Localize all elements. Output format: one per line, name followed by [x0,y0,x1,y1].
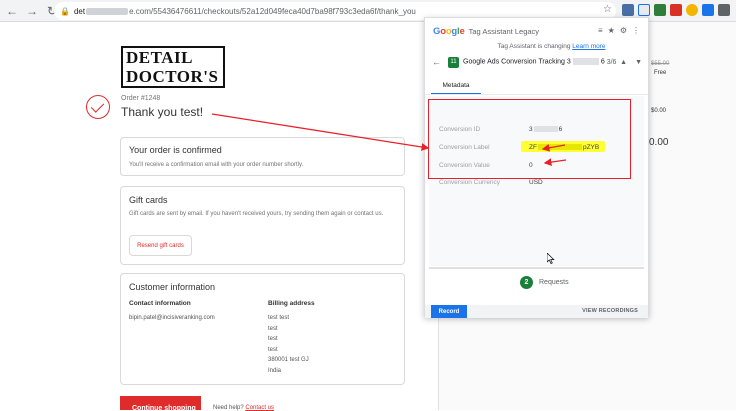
section-divider [429,267,644,269]
gift-cards-text: Gift cards are sent by email. If you hav… [129,211,384,217]
popup-header-icons: ≡ ★ ⚙ ⋮ [598,26,640,35]
gear-icon[interactable]: ⚙ [620,26,627,35]
store-logo[interactable]: DETAIL DOCTOR'S [121,46,225,88]
confirmed-title: Your order is confirmed [129,145,222,155]
requests-count: 2 [520,276,533,289]
tab-divider [425,94,648,95]
checkmark-circle-icon [86,95,110,119]
total-value: 0.00 [649,137,669,148]
gift-cards-card: Gift cards Gift cards are sent by email.… [120,186,405,265]
requests-indicator[interactable]: 2 Requests [520,276,569,289]
original-price: $55.00 [651,61,670,67]
lock-icon: 🔒 [60,6,70,16]
tag-name-text: Google Ads Conversion Tracking [463,58,565,66]
back-arrow-icon[interactable]: ← [432,57,441,67]
continue-shopping-button[interactable]: Continue shopping [120,396,201,410]
customer-information-card: Customer information Contact information… [120,273,405,385]
next-tag-icon[interactable]: ▼ [635,59,642,66]
extension-icon[interactable] [654,4,666,16]
extension-icon[interactable] [622,4,634,16]
change-notice: Tag Assistant is changing Learn more [455,43,648,50]
contact-information: Contact information bipin.patel@incisive… [129,300,268,376]
annotation-box [428,99,631,179]
thank-you-heading: Thank you test! [121,105,204,119]
popup-title: Tag Assistant Legacy [468,26,540,36]
tag-detail-row: ← 11 Google Ads Conversion Tracking 3 6 3… [425,54,648,70]
previous-tag-icon[interactable]: ▲ [620,59,627,66]
extension-icon[interactable] [686,4,698,16]
tag-id-redaction [572,58,599,66]
help-label: Need help? [213,405,244,411]
requests-label: Requests [539,279,569,286]
billing-line: test [268,325,278,332]
billing-line: 380001 test GJ [268,357,309,363]
conversion-currency-value: USD [529,179,543,186]
mouse-cursor-icon [547,253,555,264]
billing-address: Billing address test test test test test… [268,300,315,376]
filter-icon[interactable]: ≡ [598,26,603,35]
billing-line: test [268,346,278,353]
tag-pager: 3/6 [606,58,617,66]
popup-header: Google Tag Assistant Legacy ≡ ★ ⚙ ⋮ [425,18,648,44]
contact-email: bipin.patel@incisiveranking.com [129,315,215,321]
gift-cards-title: Gift cards [129,195,168,205]
order-number: Order #1248 [121,95,161,102]
more-vert-icon[interactable]: ⋮ [632,26,640,35]
shipping-value: Free [654,70,667,76]
back-arrow-icon[interactable]: ← [4,3,20,19]
bookmark-star-icon[interactable]: ☆ [603,4,612,15]
extensions-puzzle-icon[interactable] [718,4,730,16]
record-button[interactable]: Record [431,305,467,318]
order-confirmed-card: Your order is confirmed You'll receive a… [120,137,405,176]
tag-id-start: 3 [566,58,571,66]
contact-us-link[interactable]: Contact us [245,405,274,411]
logo-wordmark: DETAIL DOCTOR'S [121,46,225,88]
google-logo: Google [433,25,465,37]
tag-id-end: 6 [600,58,605,66]
contact-heading: Contact information [129,300,191,307]
url-redaction [86,7,129,15]
resend-gift-cards-button[interactable]: Resend gift cards [129,235,192,256]
learn-more-link[interactable]: Learn more [572,43,605,50]
popup-footer: Record VIEW RECORDINGS [425,305,648,318]
billing-line: India [268,367,282,374]
customer-info-title: Customer information [129,282,216,292]
tag-count-badge: 11 [448,56,459,68]
tag-name: Google Ads Conversion Tracking 3 6 [463,58,605,66]
billing-heading: Billing address [268,300,315,307]
view-recordings-link[interactable]: VIEW RECORDINGS [582,308,638,314]
tab-metadata[interactable]: Metadata [431,76,481,95]
tag-nav-arrows: ▲ ▼ [620,59,642,66]
confirmed-text: You'll receive a confirmation email with… [129,162,304,168]
forward-arrow-icon[interactable]: → [24,3,40,19]
billing-line: test test [268,315,290,321]
conversion-currency-key: Conversion Currency [439,179,501,186]
star-icon[interactable]: ★ [608,26,615,35]
url-suffix: e.com/55436476611/checkouts/52a12d049fec… [129,6,416,16]
help-text: Need help? Contact us [213,405,274,411]
extension-icon[interactable] [702,4,714,16]
billing-line: test [268,336,278,342]
notice-text: Tag Assistant is changing [497,43,571,50]
url-prefix: det [73,6,86,16]
tax-value: $0.00 [651,108,667,114]
tag-assistant-icon[interactable] [638,4,650,16]
extension-icon[interactable] [670,4,682,16]
